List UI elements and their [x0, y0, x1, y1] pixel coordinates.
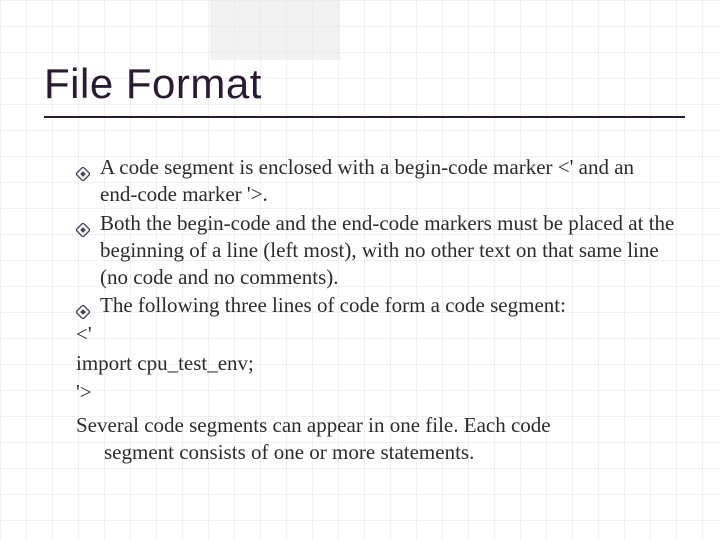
closing-first-line: Several code segments can appear in one …: [76, 413, 551, 437]
closing-paragraph: Several code segments can appear in one …: [76, 412, 675, 466]
code-line: '>: [76, 379, 675, 406]
header-shade-box: [210, 0, 340, 60]
bullet-text: The following three lines of code form a…: [100, 292, 675, 319]
code-line: <': [76, 321, 675, 348]
code-line: import cpu_test_env;: [76, 350, 675, 377]
diamond-bullet-icon: [76, 161, 90, 175]
body-text-area: A code segment is enclosed with a begin-…: [76, 154, 675, 466]
list-item: The following three lines of code form a…: [76, 292, 675, 319]
diamond-bullet-icon: [76, 299, 90, 313]
bullet-text: A code segment is enclosed with a begin-…: [100, 154, 675, 208]
diamond-bullet-icon: [76, 217, 90, 231]
slide-content: File Format A code segment is enclosed w…: [44, 60, 685, 466]
list-item: Both the begin-code and the end-code mar…: [76, 210, 675, 291]
closing-continuation: segment consists of one or more statemen…: [104, 439, 675, 466]
list-item: A code segment is enclosed with a begin-…: [76, 154, 675, 208]
bullet-text: Both the begin-code and the end-code mar…: [100, 210, 675, 291]
page-title: File Format: [44, 60, 685, 108]
title-underline: [44, 116, 685, 118]
